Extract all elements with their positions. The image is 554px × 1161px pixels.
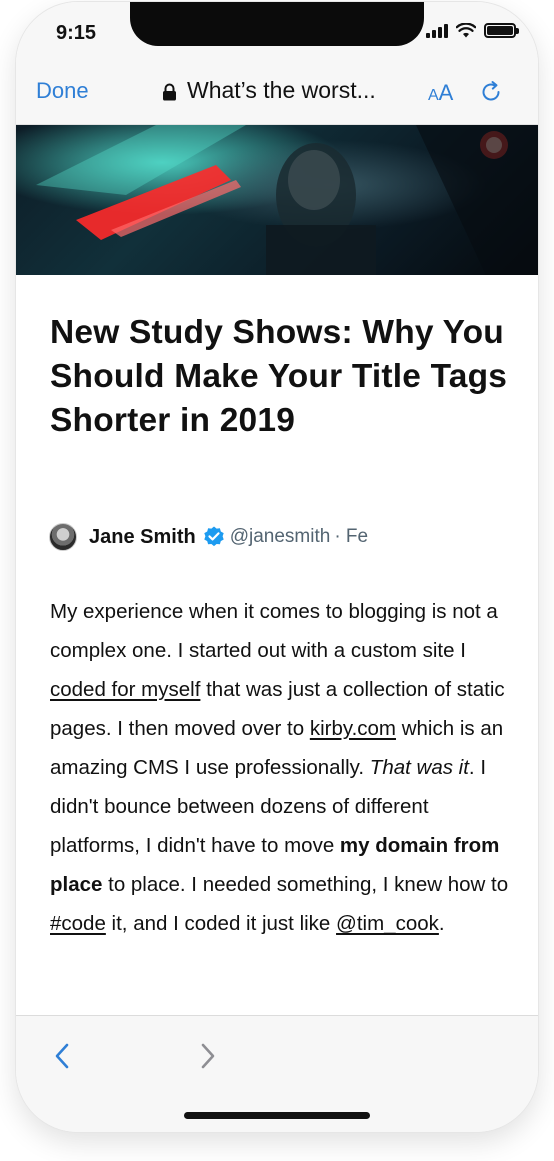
text-size-button[interactable]: AA bbox=[428, 80, 453, 106]
byline: Jane Smith @janesmith · Fe bbox=[49, 523, 368, 551]
hero-image bbox=[16, 125, 538, 275]
chevron-left-icon[interactable] bbox=[52, 1042, 72, 1070]
author-name[interactable]: Jane Smith bbox=[89, 526, 196, 549]
article: New Study Shows: Why You Should Make You… bbox=[16, 275, 538, 1015]
article-headline: New Study Shows: Why You Should Make You… bbox=[50, 314, 508, 439]
chevron-right-icon[interactable] bbox=[198, 1042, 218, 1070]
lock-icon bbox=[163, 83, 176, 100]
cellular-signal-icon bbox=[426, 23, 448, 38]
post-date: · Fe bbox=[334, 526, 369, 547]
home-indicator[interactable] bbox=[184, 1112, 370, 1119]
wifi-icon bbox=[456, 23, 476, 38]
battery-icon bbox=[484, 23, 519, 38]
author-handle[interactable]: @janesmith bbox=[230, 526, 331, 548]
page-title: What’s the worst... bbox=[187, 77, 376, 103]
text-size-small-glyph: A bbox=[428, 87, 439, 104]
status-icons bbox=[426, 23, 519, 38]
body-text: to place. I needed something, I knew how… bbox=[102, 873, 509, 896]
verified-badge-icon bbox=[204, 526, 224, 547]
mention-link[interactable]: @tim_cook bbox=[336, 912, 439, 935]
address-bar[interactable]: What’s the worst... bbox=[162, 77, 376, 104]
status-time: 9:15 bbox=[56, 22, 97, 44]
hashtag-link[interactable]: #code bbox=[50, 912, 106, 935]
coded-for-myself-link[interactable]: coded for myself bbox=[50, 678, 200, 701]
avatar[interactable] bbox=[49, 523, 77, 551]
text-size-large-glyph: A bbox=[438, 80, 454, 105]
done-button[interactable]: Done bbox=[36, 78, 89, 104]
body-text: . bbox=[438, 912, 445, 935]
body-text: My experience when it comes to blogging … bbox=[50, 600, 498, 662]
article-body: My experience when it comes to blogging … bbox=[50, 592, 512, 943]
body-text: it, and I coded it just like bbox=[105, 912, 337, 935]
emphasis-text: That was it bbox=[369, 756, 469, 779]
kirby-link[interactable]: kirby.com bbox=[310, 717, 396, 740]
hero-image-art bbox=[16, 125, 538, 275]
battery-level bbox=[487, 26, 513, 35]
reload-icon[interactable] bbox=[479, 80, 503, 104]
browser-top-bar: 9:15 Done What’s the worst... AA bbox=[16, 2, 538, 125]
phone-frame: 9:15 Done What’s the worst... AA New Stu… bbox=[16, 2, 538, 1132]
notch bbox=[130, 2, 424, 46]
browser-toolbar bbox=[16, 1015, 538, 1132]
